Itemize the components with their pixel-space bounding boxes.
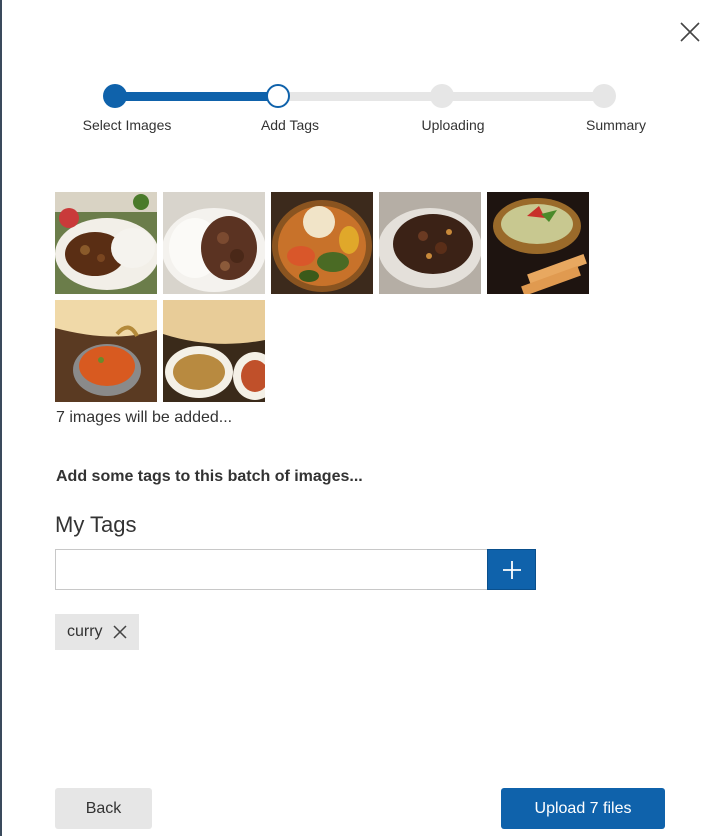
step-label-add-tags: Add Tags [260, 117, 320, 133]
step-label-select-images: Select Images [82, 117, 172, 133]
step-label-summary: Summary [586, 117, 646, 133]
plus-icon [502, 560, 521, 579]
stepper-track-done [115, 92, 278, 101]
thumbnail-curry-with-naan [55, 300, 157, 402]
image-count-text: 7 images will be added... [56, 409, 233, 426]
tag-prompt-heading: Add some tags to this batch of images... [56, 468, 363, 485]
my-tags-label: My Tags [55, 512, 137, 537]
thumbnail-green-curry-bowl [487, 192, 589, 294]
close-icon[interactable] [113, 625, 127, 639]
upload-button[interactable]: Upload 7 files [501, 788, 665, 829]
step-label-uploading: Uploading [421, 117, 485, 133]
progress-stepper: Select Images Add Tags Uploading Summary [0, 0, 718, 140]
thumbnail-dark-curry-plate [379, 192, 481, 294]
step-dot-uploading [430, 84, 454, 108]
tag-chip-label: curry [67, 623, 103, 640]
tag-input[interactable] [55, 549, 488, 590]
thumbnail-naan-and-curry-bowls [163, 300, 265, 402]
thumbnail-beef-curry-rice [163, 192, 265, 294]
back-button[interactable]: Back [55, 788, 152, 829]
step-dot-add-tags [266, 84, 290, 108]
thumbnail-soup-curry-vegetables [271, 192, 373, 294]
add-tag-button[interactable] [487, 549, 536, 590]
thumbnail-curry-rice-plate [55, 192, 157, 294]
tag-chip-curry: curry [55, 614, 139, 650]
step-dot-summary [592, 84, 616, 108]
step-dot-select-images [103, 84, 127, 108]
